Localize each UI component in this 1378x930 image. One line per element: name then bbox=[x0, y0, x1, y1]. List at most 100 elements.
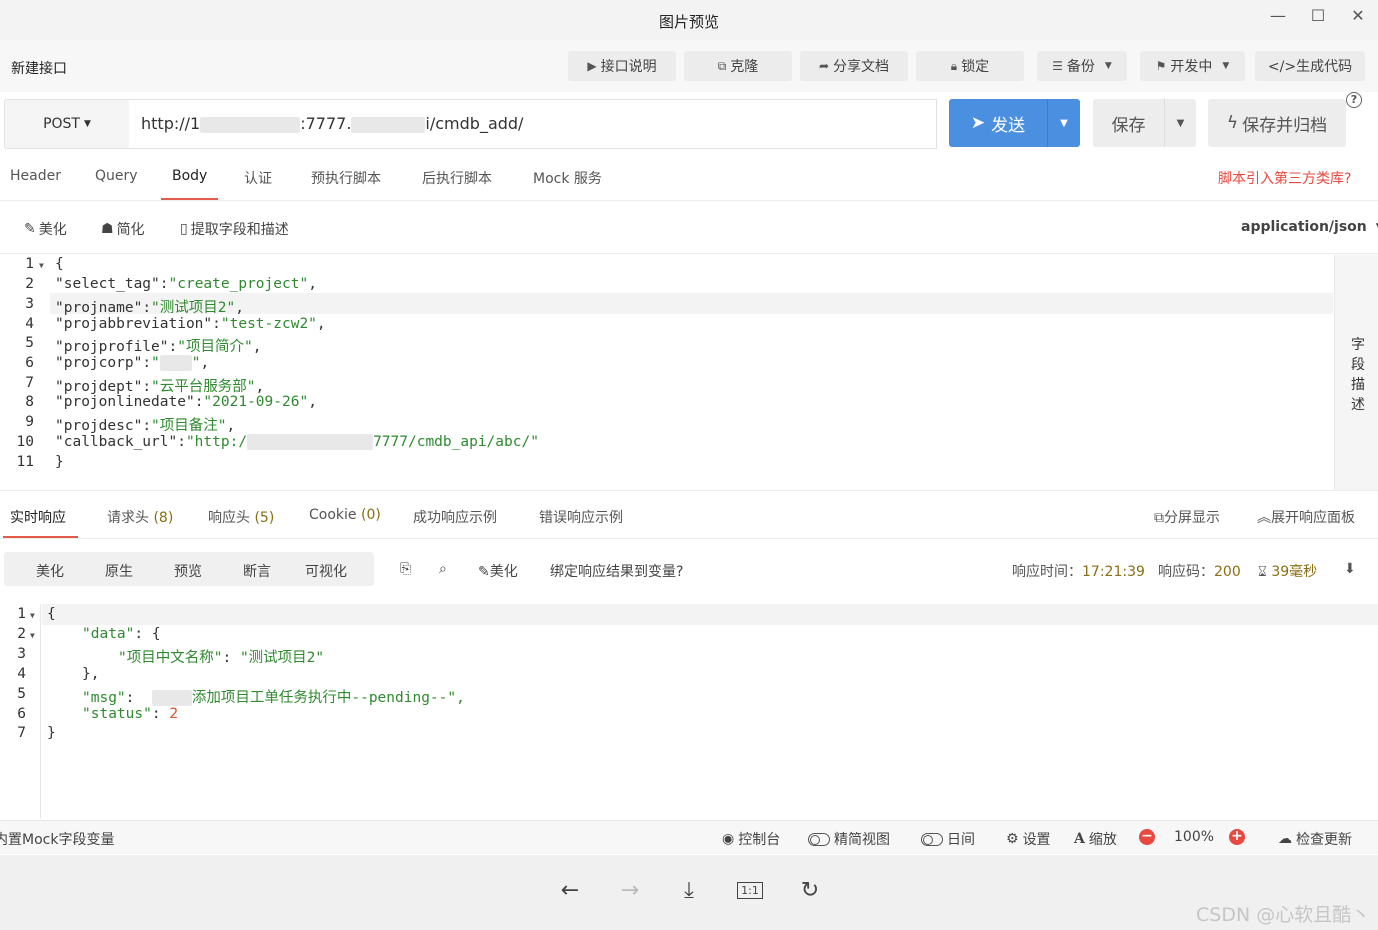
view-preview[interactable]: 预览 bbox=[174, 561, 202, 581]
save-button[interactable]: 保存 bbox=[1093, 99, 1164, 147]
tab-pre-script[interactable]: 预执行脚本 bbox=[311, 168, 381, 188]
send-button[interactable]: ➤发送 bbox=[949, 99, 1047, 147]
rotate-icon[interactable]: ↻ bbox=[795, 876, 825, 906]
generate-code-button[interactable]: </>生成代码 bbox=[1255, 51, 1365, 81]
url-input[interactable]: http://1:7777.i/cmdb_add/ bbox=[129, 99, 937, 149]
tab-body[interactable]: Body bbox=[172, 168, 207, 184]
flag-icon: ⚑ bbox=[1156, 59, 1167, 73]
code-line: "projabbreviation":"test-zcw2", bbox=[55, 316, 326, 332]
view-visualize[interactable]: 可视化 bbox=[305, 561, 347, 581]
tab-response-headers[interactable]: 响应头 (5) bbox=[208, 507, 274, 527]
tab-realtime-response[interactable]: 实时响应 bbox=[10, 507, 66, 527]
save-button-group: 保存 ▼ bbox=[1093, 99, 1196, 147]
compact-view-toggle[interactable]: 精简视图 bbox=[808, 829, 890, 849]
response-beautify-button[interactable]: ✎美化 bbox=[478, 561, 518, 581]
share-label: 分享文档 bbox=[833, 56, 889, 76]
api-name[interactable]: 新建接口 bbox=[11, 58, 67, 78]
tab-success-example[interactable]: 成功响应示例 bbox=[413, 507, 497, 527]
clone-button[interactable]: ⧉克隆 bbox=[684, 51, 792, 81]
meta-value: 17:21:39 bbox=[1082, 564, 1145, 580]
download-circle-icon[interactable]: ⬇︎ bbox=[1344, 561, 1356, 577]
extract-fields-button[interactable]: ▯提取字段和描述 bbox=[180, 219, 289, 239]
share-doc-button[interactable]: ➦分享文档 bbox=[800, 51, 908, 81]
api-doc-button[interactable]: ▶接口说明 bbox=[568, 51, 676, 81]
zoom-out-button[interactable]: − bbox=[1139, 829, 1155, 845]
json-key: "callback_url" bbox=[55, 434, 177, 450]
count-badge: (5) bbox=[254, 510, 274, 526]
response-duration: ⌛︎ 39毫秒 bbox=[1258, 561, 1317, 581]
meta-value: 200 bbox=[1214, 564, 1241, 580]
fold-arrow-icon[interactable]: ▼ bbox=[39, 261, 44, 270]
code-line: "select_tag":"create_project", bbox=[55, 276, 317, 292]
lock-button[interactable]: 🔒︎锁定 bbox=[916, 51, 1024, 81]
tab-error-example[interactable]: 错误响应示例 bbox=[539, 507, 623, 527]
status-dropdown[interactable]: ⚑开发中▼ bbox=[1140, 51, 1245, 81]
arrow-left-icon[interactable]: ← bbox=[555, 876, 585, 906]
save-dropdown-toggle[interactable]: ▼ bbox=[1164, 99, 1196, 147]
copy-icon[interactable]: ⎘ bbox=[400, 561, 411, 577]
watermark: CSDN @心软且酷丶 bbox=[1196, 900, 1370, 927]
toggle-icon bbox=[808, 833, 830, 846]
line-number: 4 bbox=[0, 666, 26, 682]
current-line-highlight bbox=[42, 604, 1378, 625]
view-beautify[interactable]: 美化 bbox=[36, 561, 64, 581]
view-raw[interactable]: 原生 bbox=[105, 561, 133, 581]
fold-arrow-icon[interactable]: ▼ bbox=[30, 631, 35, 640]
console-button[interactable]: ◉控制台 bbox=[722, 829, 780, 849]
download-icon[interactable]: ⤓ bbox=[674, 876, 704, 906]
line-number: 3 bbox=[0, 646, 26, 662]
field-description-panel-toggle[interactable]: 字段描述 bbox=[1334, 255, 1378, 490]
code-line: "projonlinedate":"2021-09-26", bbox=[55, 394, 317, 410]
minimize-button[interactable]: — bbox=[1264, 6, 1292, 28]
line-number: 6 bbox=[0, 706, 26, 722]
search-icon[interactable]: ⌕ bbox=[439, 561, 447, 577]
mock-variables-link[interactable]: 内置Mock字段变量 bbox=[0, 829, 114, 849]
arrow-right-icon[interactable]: → bbox=[615, 876, 645, 906]
check-update-button[interactable]: ☁检查更新 bbox=[1278, 829, 1352, 849]
tab-label: 请求头 bbox=[107, 510, 149, 526]
expand-response-button[interactable]: ︽展开响应面板 bbox=[1257, 507, 1355, 527]
maximize-button[interactable]: ☐ bbox=[1304, 6, 1332, 28]
json-value: " bbox=[151, 355, 160, 371]
chrome-icon: ◉ bbox=[722, 831, 734, 847]
view-assert[interactable]: 断言 bbox=[243, 561, 271, 581]
split-screen-button[interactable]: ⧉分屏显示 bbox=[1154, 507, 1220, 527]
close-button[interactable]: ✕ bbox=[1344, 6, 1372, 28]
settings-button[interactable]: ⚙设置 bbox=[1006, 829, 1051, 849]
tab-auth[interactable]: 认证 bbox=[244, 168, 272, 188]
tab-post-script[interactable]: 后执行脚本 bbox=[422, 168, 492, 188]
caret-down-icon: ▼ bbox=[1105, 61, 1112, 71]
tab-request-headers[interactable]: 请求头 (8) bbox=[107, 507, 173, 527]
third-party-library-link[interactable]: 脚本引入第三方类库? bbox=[1218, 168, 1351, 188]
send-dropdown-toggle[interactable]: ▼ bbox=[1047, 99, 1080, 147]
help-icon[interactable]: ? bbox=[1346, 92, 1362, 108]
split-label: 分屏显示 bbox=[1164, 510, 1220, 526]
status-bar bbox=[0, 820, 1378, 854]
simplify-label: 简化 bbox=[117, 219, 145, 239]
method-select[interactable]: POST▼ bbox=[4, 99, 130, 149]
beautify-button[interactable]: ✎美化 bbox=[24, 219, 67, 239]
bind-response-variable-link[interactable]: 绑定响应结果到变量? bbox=[550, 561, 683, 581]
response-code: 响应码：200 bbox=[1158, 561, 1241, 581]
daynight-toggle[interactable]: 日间 bbox=[921, 829, 975, 849]
zoom-in-button[interactable]: + bbox=[1229, 829, 1245, 845]
json-value: "测试项目2" bbox=[151, 300, 235, 316]
sitemap-icon: ☗ bbox=[101, 221, 114, 237]
code-line: "projcorp":"", bbox=[55, 355, 209, 371]
backup-dropdown[interactable]: ☰备份▼ bbox=[1037, 51, 1127, 81]
tab-query[interactable]: Query bbox=[95, 168, 138, 184]
meta-label: 响应码： bbox=[1158, 564, 1214, 580]
save-and-archive-button[interactable]: ϟ保存并归档 bbox=[1208, 99, 1346, 147]
tab-cookie[interactable]: Cookie (0) bbox=[309, 507, 381, 523]
tab-mock[interactable]: Mock 服务 bbox=[533, 168, 602, 188]
line-number: 7 bbox=[0, 725, 26, 741]
json-value: "2021-09-26" bbox=[203, 394, 308, 410]
url-mid: :7777. bbox=[300, 114, 351, 133]
actual-size-icon[interactable]: 1:1 bbox=[735, 876, 765, 906]
simplify-button[interactable]: ☗简化 bbox=[101, 219, 145, 239]
fold-arrow-icon[interactable]: ▼ bbox=[30, 611, 35, 620]
tab-header[interactable]: Header bbox=[10, 168, 61, 184]
json-key: "projonlinedate" bbox=[55, 394, 195, 410]
content-type-select[interactable]: application/json▼ bbox=[1241, 219, 1378, 235]
url-prefix: http://1 bbox=[141, 114, 200, 133]
